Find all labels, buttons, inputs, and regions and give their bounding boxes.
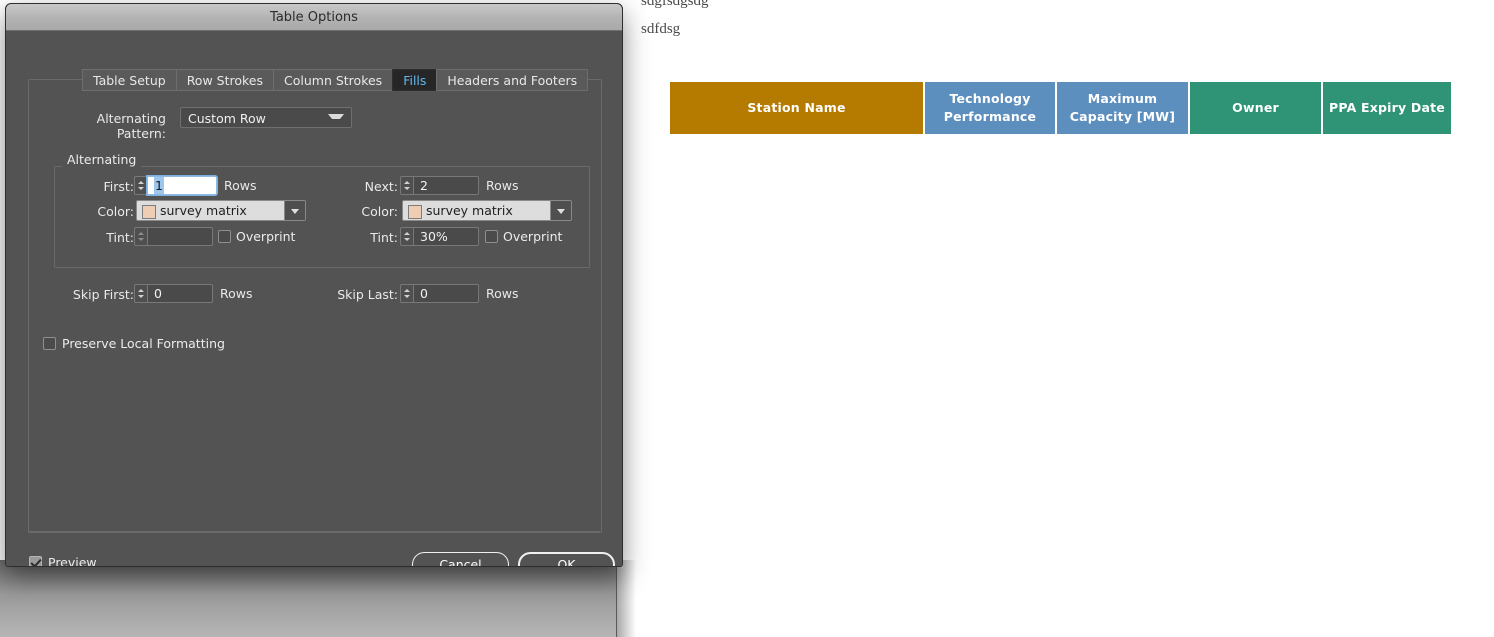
stepper-down-icon[interactable] — [138, 187, 144, 190]
stepper-down-icon[interactable] — [404, 238, 410, 241]
first-overprint-label: Overprint — [236, 229, 296, 244]
alternating-pattern-select[interactable]: Custom Row — [180, 107, 352, 128]
footer-divider — [28, 531, 600, 532]
table-head: Station Name Technology Performance Maxi… — [670, 82, 1455, 134]
first-color-dropdown-button[interactable] — [284, 201, 305, 220]
next-rows-stepper[interactable] — [400, 176, 413, 195]
stepper-up-icon[interactable] — [138, 181, 144, 184]
stepper-down-icon[interactable] — [404, 187, 410, 190]
first-rows-stepper[interactable] — [134, 176, 147, 195]
first-rows-label: First: — [103, 179, 134, 194]
first-color-label: Color: — [97, 204, 134, 219]
color-swatch-icon — [142, 205, 156, 219]
next-rows-input[interactable]: 2 — [413, 176, 479, 195]
next-overprint-checkbox[interactable] — [485, 230, 498, 243]
column-header-ppa-expiry-date[interactable]: PPA Expiry Date — [1322, 82, 1451, 134]
next-tint-input[interactable]: 30% — [413, 227, 479, 246]
skip-first-label: Skip First: — [72, 287, 134, 302]
column-header-owner[interactable]: Owner — [1189, 82, 1323, 134]
app-canvas-strip — [0, 560, 617, 637]
dialog-titlebar[interactable]: Table Options — [6, 4, 622, 31]
stray-text-top: sdgfsdgsdg — [641, 0, 709, 9]
skip-first-stepper[interactable] — [134, 284, 147, 303]
first-color-select[interactable]: survey matrix — [136, 200, 306, 221]
chevron-down-icon — [291, 209, 299, 214]
tab-fills[interactable]: Fills — [392, 69, 437, 91]
app-canvas-shadow — [616, 560, 636, 637]
table-options-dialog: Table Options Table Setup Row Strokes Co… — [5, 3, 623, 567]
next-color-select[interactable]: survey matrix — [402, 200, 572, 221]
next-color-dropdown-button[interactable] — [550, 201, 571, 220]
first-overprint-checkbox[interactable] — [218, 230, 231, 243]
skip-last-label: Skip Last: — [337, 287, 398, 302]
skip-last-units: Rows — [486, 286, 519, 301]
panel-frame — [28, 79, 602, 533]
chevron-down-icon — [557, 209, 565, 214]
next-rows-label: Next: — [364, 179, 398, 194]
next-rows-value: 2 — [420, 178, 428, 193]
first-tint-stepper[interactable] — [134, 227, 147, 246]
chevron-down-icon — [328, 114, 344, 124]
stepper-down-icon[interactable] — [404, 295, 410, 298]
next-color-label: Color: — [361, 204, 398, 219]
dialog-tabs: Table Setup Row Strokes Column Strokes F… — [82, 69, 589, 91]
ok-button[interactable]: OK — [518, 552, 615, 566]
preserve-local-formatting-label: Preserve Local Formatting — [62, 336, 225, 351]
next-tint-stepper[interactable] — [400, 227, 413, 246]
next-color-value: survey matrix — [426, 203, 513, 218]
preview-checkbox[interactable] — [29, 556, 42, 566]
skip-last-input[interactable]: 0 — [413, 284, 479, 303]
next-tint-value: 30% — [420, 229, 448, 244]
column-header-maximum-capacity[interactable]: Maximum Capacity [MW] — [1056, 82, 1190, 134]
skip-last-value: 0 — [420, 286, 428, 301]
dialog-body: Table Setup Row Strokes Column Strokes F… — [6, 31, 622, 567]
next-rows-units: Rows — [486, 178, 519, 193]
column-header-station-name[interactable]: Station Name — [670, 82, 925, 134]
stepper-up-icon[interactable] — [138, 232, 144, 235]
alternating-pattern-value: Custom Row — [188, 111, 266, 126]
stepper-down-icon[interactable] — [138, 238, 144, 241]
skip-last-stepper[interactable] — [400, 284, 413, 303]
first-color-value: survey matrix — [160, 203, 247, 218]
next-tint-label: Tint: — [370, 230, 398, 245]
alternating-pattern-label: Alternating Pattern: — [96, 111, 166, 141]
tab-row-strokes[interactable]: Row Strokes — [175, 69, 273, 91]
stepper-down-icon[interactable] — [138, 295, 144, 298]
table: Station Name Technology Performance Maxi… — [670, 82, 1455, 134]
first-tint-label: Tint: — [106, 230, 134, 245]
dialog-title: Table Options — [270, 9, 358, 25]
table-header-row: Station Name Technology Performance Maxi… — [670, 82, 1455, 134]
alternating-legend: Alternating — [62, 152, 142, 167]
skip-first-units: Rows — [220, 286, 253, 301]
skip-first-input[interactable]: 0 — [147, 284, 213, 303]
station-table: Station Name Technology Performance Maxi… — [670, 82, 1455, 134]
column-header-technology-performance[interactable]: Technology Performance — [924, 82, 1057, 134]
stepper-up-icon[interactable] — [404, 289, 410, 292]
next-overprint-label: Overprint — [503, 229, 563, 244]
preview-label: Preview — [48, 555, 97, 567]
tab-headers-and-footers[interactable]: Headers and Footers — [436, 69, 589, 91]
first-tint-input[interactable] — [147, 227, 213, 246]
tab-column-strokes[interactable]: Column Strokes — [273, 69, 393, 91]
first-rows-input[interactable]: 1 — [147, 176, 217, 195]
cancel-button[interactable]: Cancel — [412, 552, 509, 566]
stray-text: sdfdsg — [641, 21, 681, 37]
stepper-up-icon[interactable] — [404, 181, 410, 184]
first-rows-units: Rows — [224, 178, 257, 193]
skip-first-value: 0 — [154, 286, 162, 301]
first-rows-value: 1 — [154, 177, 164, 194]
preserve-local-formatting-checkbox[interactable] — [43, 337, 56, 350]
stepper-up-icon[interactable] — [138, 289, 144, 292]
stepper-up-icon[interactable] — [404, 232, 410, 235]
color-swatch-icon — [408, 205, 422, 219]
tab-table-setup[interactable]: Table Setup — [82, 69, 176, 91]
